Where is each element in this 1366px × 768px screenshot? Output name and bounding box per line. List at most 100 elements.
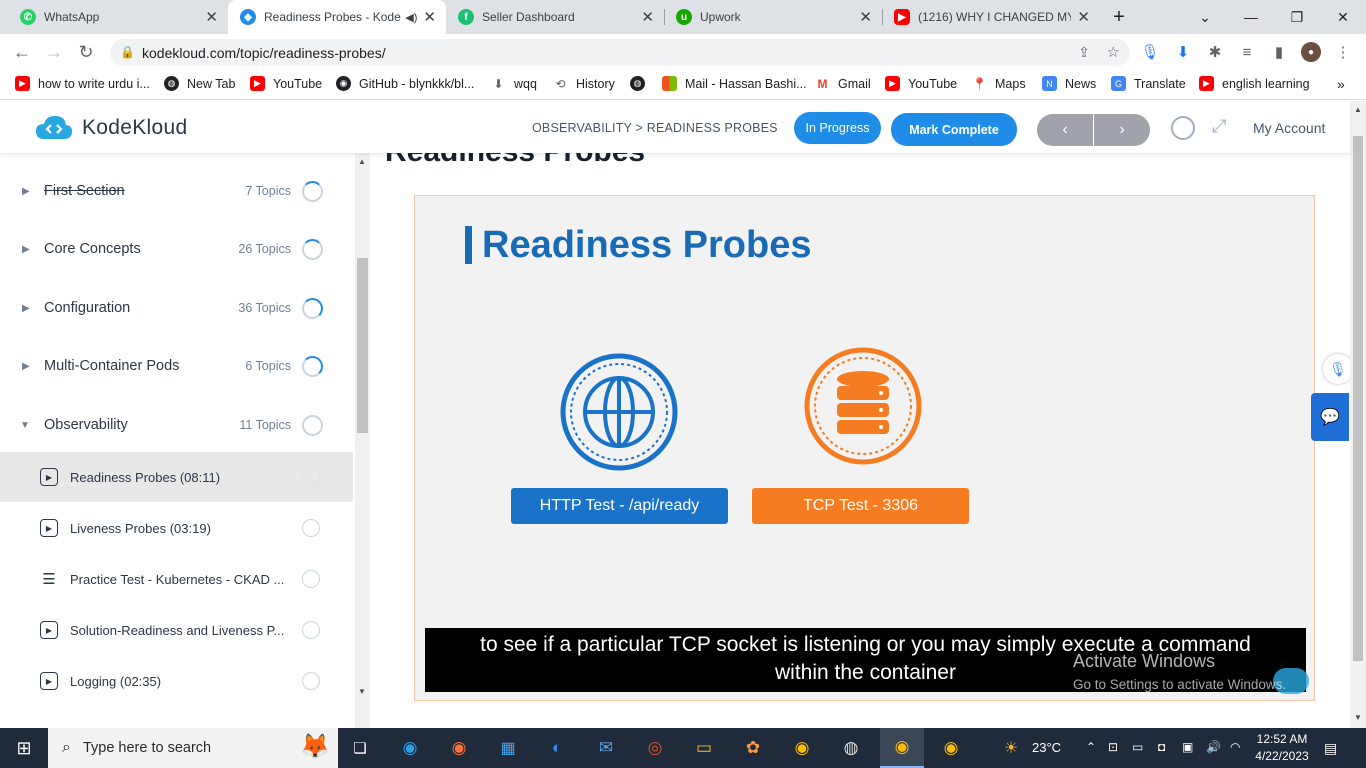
network-icon[interactable]: ⊡: [1108, 740, 1118, 754]
scroll-down-arrow-icon[interactable]: ▼: [358, 687, 366, 696]
bookmark-item[interactable]: ⬇ wqq: [491, 76, 537, 91]
close-tab-icon[interactable]: ✕: [859, 8, 872, 26]
scroll-up-arrow-icon[interactable]: ▲: [1354, 105, 1362, 114]
file-explorer-icon[interactable]: ▭: [688, 728, 720, 768]
windows-start-icon[interactable]: ⊞: [0, 728, 48, 768]
sidebar-scrollbar-thumb[interactable]: [357, 258, 368, 433]
tab-upwork[interactable]: u Upwork ✕: [664, 0, 882, 34]
section-multi-container-pods[interactable]: ▶ Multi-Container Pods 6 Topics: [0, 337, 353, 395]
kodekloud-logo[interactable]: KodeKloud: [34, 113, 187, 143]
section-configuration[interactable]: ▶ Configuration 36 Topics: [0, 279, 353, 337]
task-view-icon[interactable]: ❏: [344, 728, 376, 768]
section-observability[interactable]: ▼ Observability 11 Topics: [0, 396, 353, 454]
in-progress-badge[interactable]: In Progress: [794, 112, 881, 144]
tab-readiness-probes[interactable]: ◈ Readiness Probes - Kode ◀) ✕: [228, 0, 446, 34]
page-scrollbar[interactable]: ▲ ▼: [1350, 101, 1366, 728]
volume-icon[interactable]: 🔊: [1206, 740, 1221, 754]
more-bookmarks-chevron-icon[interactable]: »: [1337, 76, 1345, 92]
display-icon[interactable]: ▭: [1132, 740, 1143, 754]
bookmark-item[interactable]: ◍: [630, 76, 653, 91]
address-bar[interactable]: 🔒 kodekloud.com/topic/readiness-probes/ …: [110, 39, 1130, 66]
forward-arrow-icon[interactable]: →: [42, 40, 66, 64]
tab-search-chevron-icon[interactable]: ⌄: [1182, 0, 1228, 34]
dark-mode-moon-icon[interactable]: [1171, 116, 1195, 140]
browser-menu-icon[interactable]: ⋮: [1333, 42, 1353, 62]
sidebar-scrollbar[interactable]: ▲ ▼: [355, 153, 370, 728]
bookmark-item[interactable]: ▶ YouTube: [885, 76, 957, 91]
temperature-label[interactable]: 23°C: [1032, 740, 1061, 755]
chrome-icon[interactable]: ◉: [786, 728, 818, 768]
bookmark-item[interactable]: ▶ how to write urdu i...: [15, 76, 150, 91]
show-hidden-icons-chevron-icon[interactable]: ⌃: [1086, 740, 1096, 754]
back-arrow-icon[interactable]: ←: [10, 40, 34, 64]
reading-list-icon[interactable]: ≡: [1237, 42, 1257, 62]
bookmark-item[interactable]: 📍 Maps: [972, 76, 1026, 91]
lesson-practice-test[interactable]: ☰ Practice Test - Kubernetes - CKAD ...: [0, 554, 353, 604]
bookmark-item[interactable]: ⟲ History: [553, 76, 615, 91]
system-clock[interactable]: 12:52 AM 4/22/2023: [1252, 731, 1312, 765]
store-icon[interactable]: ▦: [492, 728, 524, 768]
video-player[interactable]: Readiness Probes HTTP Test - /api/ready …: [414, 195, 1315, 701]
share-icon[interactable]: ⇪: [1078, 44, 1090, 61]
chat-bubble-icon[interactable]: 💬: [1311, 393, 1349, 441]
settings-app-icon[interactable]: ✿: [737, 728, 769, 768]
lesson-solution[interactable]: ▶ Solution-Readiness and Liveness P...: [0, 605, 353, 655]
bookmark-item[interactable]: M Gmail: [815, 76, 871, 91]
mark-complete-button[interactable]: Mark Complete: [891, 113, 1017, 146]
next-topic-button[interactable]: ›: [1094, 114, 1150, 146]
scroll-up-arrow-icon[interactable]: ▲: [358, 157, 366, 166]
lesson-logging[interactable]: ▶ Logging (02:35): [0, 656, 353, 706]
obs-icon[interactable]: ◍: [835, 728, 867, 768]
extensions-puzzle-icon[interactable]: ✱: [1205, 42, 1225, 62]
bookmark-item[interactable]: ▶ english learning: [1199, 76, 1310, 91]
scroll-down-arrow-icon[interactable]: ▼: [1354, 713, 1362, 722]
tab-whatsapp[interactable]: ✆ WhatsApp ✕: [8, 0, 228, 34]
close-tab-icon[interactable]: ✕: [205, 8, 218, 26]
profile-avatar[interactable]: ●: [1301, 42, 1321, 62]
previous-topic-button[interactable]: ‹: [1037, 114, 1093, 146]
microphone-icon[interactable]: 🎙: [1140, 42, 1160, 62]
webcam-icon[interactable]: ◘: [1158, 740, 1165, 754]
app-shell-icon[interactable]: ◎: [639, 728, 671, 768]
bookmark-item[interactable]: ▶ YouTube: [250, 76, 322, 91]
section-core-concepts[interactable]: ▶ Core Concepts 26 Topics: [0, 220, 353, 278]
side-panel-icon[interactable]: ▮: [1269, 42, 1289, 62]
tab-seller-dashboard[interactable]: f Seller Dashboard ✕: [446, 0, 664, 34]
bookmark-item[interactable]: N News: [1042, 76, 1096, 91]
close-tab-icon[interactable]: ✕: [641, 8, 654, 26]
new-tab-button[interactable]: +: [1096, 0, 1142, 34]
extension-download-icon[interactable]: ⬇: [1173, 42, 1193, 62]
phone-link-icon[interactable]: ◐: [541, 728, 573, 768]
firefox-icon[interactable]: ◉: [443, 728, 475, 768]
lesson-readiness-probes[interactable]: ▶ Readiness Probes (08:11): [0, 452, 353, 502]
lock-icon[interactable]: 🔒: [120, 45, 135, 59]
close-tab-icon[interactable]: ✕: [1077, 8, 1090, 26]
audio-playing-icon[interactable]: ◀): [405, 11, 417, 24]
close-tab-icon[interactable]: ✕: [423, 8, 436, 26]
edge-icon[interactable]: ◉: [394, 728, 426, 768]
page-scrollbar-thumb[interactable]: [1353, 136, 1363, 661]
tablet-icon[interactable]: ▣: [1182, 740, 1193, 754]
my-account-link[interactable]: My Account: [1253, 120, 1325, 136]
chrome-profile-icon[interactable]: ◉: [933, 728, 969, 768]
reload-icon[interactable]: ↻: [74, 40, 98, 64]
tab-youtube[interactable]: ▶ (1216) WHY I CHANGED MY ✕: [882, 0, 1100, 34]
notification-center-icon[interactable]: ▤: [1324, 740, 1337, 757]
minimize-button[interactable]: —: [1228, 0, 1274, 34]
close-window-button[interactable]: ✕: [1320, 0, 1366, 34]
bookmark-item[interactable]: Mail - Hassan Bashi...: [662, 76, 807, 91]
voice-microphone-icon[interactable]: 🎙: [1323, 354, 1353, 384]
mail-icon[interactable]: ✉: [590, 728, 622, 768]
bookmark-item[interactable]: ◍ New Tab: [164, 76, 235, 91]
taskbar-search-box[interactable]: ⌕ Type here to search 🦊: [48, 728, 338, 768]
bookmark-star-icon[interactable]: ☆: [1107, 43, 1120, 61]
wifi-icon[interactable]: ◠: [1230, 740, 1240, 754]
restore-button[interactable]: ❐: [1274, 0, 1320, 34]
lesson-liveness-probes[interactable]: ▶ Liveness Probes (03:19): [0, 503, 353, 553]
fullscreen-expand-icon[interactable]: ⤢: [1212, 116, 1226, 137]
breadcrumb[interactable]: OBSERVABILITY > READINESS PROBES: [532, 121, 778, 135]
chrome-active-icon[interactable]: ◉: [880, 728, 924, 768]
bookmark-item[interactable]: ◉ GitHub - blynkkk/bl...: [336, 76, 474, 91]
section-first-section[interactable]: ▶ First Section 7 Topics: [0, 162, 353, 220]
bookmark-item[interactable]: G Translate: [1111, 76, 1186, 91]
